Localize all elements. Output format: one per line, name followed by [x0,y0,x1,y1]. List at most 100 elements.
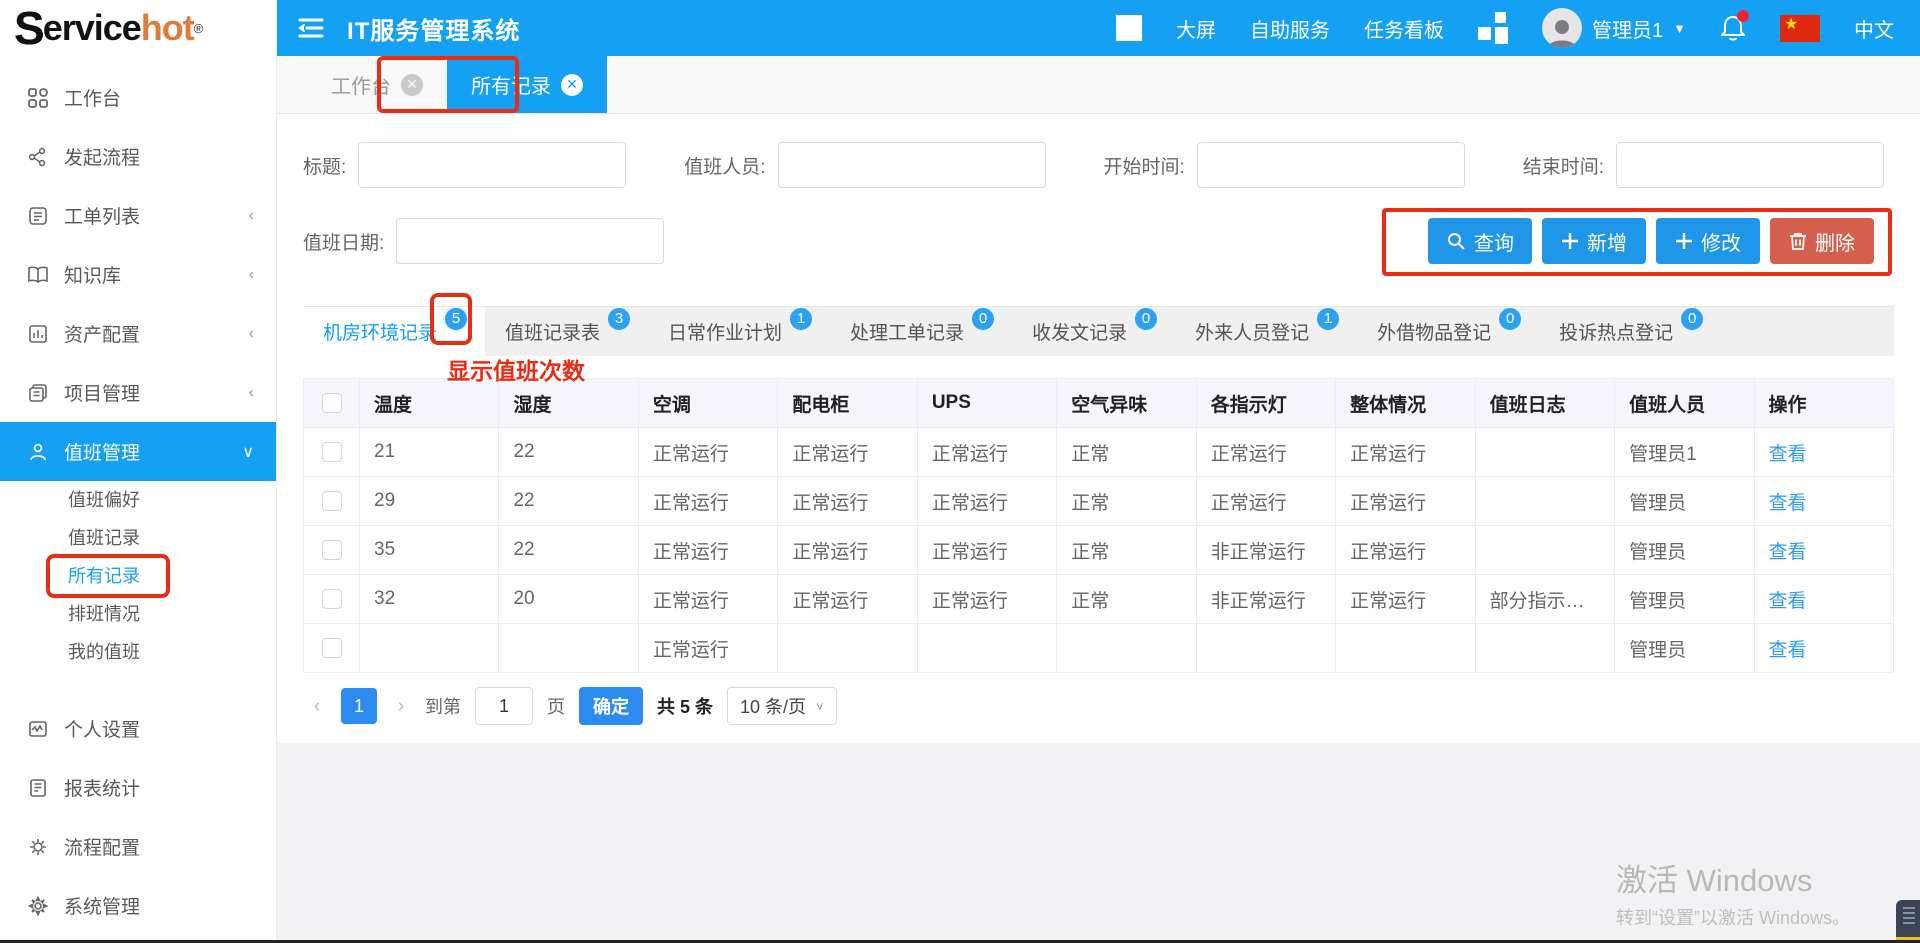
add-button[interactable]: 新增 [1542,218,1646,264]
submenu-item-2[interactable]: 所有记录 [0,557,276,595]
goto-page-input[interactable] [475,687,533,725]
record-tab-1[interactable]: 值班记录表3 [485,307,648,356]
record-tab-0[interactable]: 机房环境记录5 [303,307,485,356]
top-header-bar: IT服务管理系统 大屏 自助服务 任务看板 [277,0,1920,56]
filter-field-input[interactable] [1616,142,1884,188]
submenu-item-0[interactable]: 值班偏好 [0,481,276,519]
sidebar-item-label: 工作台 [64,84,254,111]
apps-grid-icon[interactable] [1478,12,1508,44]
fullscreen-icon[interactable] [1116,15,1142,41]
view-link[interactable]: 查看 [1769,542,1807,563]
sidebar-collapse-icon[interactable] [297,16,325,40]
grid-icon [26,86,50,110]
table-cell: 正常 [1057,477,1196,526]
record-tab-4[interactable]: 收发文记录0 [1012,307,1175,356]
confirm-page-button[interactable]: 确定 [579,687,643,725]
row-checkbox[interactable] [322,491,342,511]
filter-field-1: 值班人员: [684,142,1045,188]
sidebar-item-4[interactable]: 资产配置‹ [0,304,276,363]
table-cell: 正常运行 [778,477,917,526]
sidebar-item-2[interactable]: 工单列表‹ [0,186,276,245]
filter-field-input[interactable] [358,142,626,188]
filter-field-label: 值班人员: [684,152,765,179]
sidebar-item-5[interactable]: 项目管理‹ [0,363,276,422]
china-flag-icon[interactable]: ★ [1780,15,1820,42]
menu-item-taskboard[interactable]: 任务看板 [1364,14,1444,43]
row-checkbox[interactable] [322,540,342,560]
language-switcher[interactable]: 中文 [1854,14,1894,43]
sidebar-item-label: 资产配置 [64,320,249,347]
record-tab-label: 外来人员登记 [1195,318,1309,345]
sidebar-item-6[interactable]: 值班管理∨ [0,422,276,481]
view-link[interactable]: 查看 [1769,444,1807,465]
table-cell: 正常运行 [1336,477,1475,526]
sidebar-item-1[interactable]: 发起流程 [0,127,276,186]
close-icon[interactable]: ✕ [561,74,583,96]
column-header: 空气异味 [1057,379,1196,428]
prev-page-icon[interactable]: ‹ [307,695,327,718]
sidebar-item-9[interactable]: 流程配置 [0,817,276,876]
notification-bell-icon[interactable] [1720,14,1746,42]
user-menu[interactable]: 管理员1 ▼ [1542,8,1686,48]
worklist-icon [26,204,50,228]
table-cell: 29 [360,477,499,526]
filter-field-input[interactable] [1197,142,1465,188]
select-all-checkbox[interactable] [322,393,342,413]
next-page-icon[interactable]: › [391,695,411,718]
table-cell: 正常运行 [638,428,777,477]
record-tab-7[interactable]: 投诉热点登记0 [1539,307,1721,356]
filter-field-input[interactable] [778,142,1046,188]
submenu-item-1[interactable]: 值班记录 [0,519,276,557]
corner-widget[interactable] [1896,900,1920,940]
table-cell: 正常运行 [917,477,1056,526]
view-link[interactable]: 查看 [1769,493,1807,514]
sidebar-item-10[interactable]: 系统管理 [0,876,276,935]
edit-button[interactable]: 修改 [1656,218,1760,264]
duty-date-input[interactable] [396,218,664,264]
row-checkbox[interactable] [322,589,342,609]
record-tab-5[interactable]: 外来人员登记1 [1175,307,1357,356]
table-cell: 非正常运行 [1196,526,1335,575]
window-tab-1[interactable]: 所有记录✕ [447,56,607,113]
servicehot-logo[interactable]: Servicehot® [0,0,276,56]
window-tab-0[interactable]: 工作台 ✕ [307,56,447,113]
search-button[interactable]: 查询 [1428,218,1532,264]
delete-button[interactable]: 删除 [1770,218,1874,264]
table-cell: 管理员 [1615,477,1754,526]
sidebar-item-3[interactable]: 知识库‹ [0,245,276,304]
table-cell: 部分指示灯... [1475,575,1614,624]
record-tab-2[interactable]: 日常作业计划1 [648,307,830,356]
column-header: 各指示灯 [1196,379,1335,428]
close-icon[interactable]: ✕ [401,74,423,96]
top-right-menu: 大屏 自助服务 任务看板 管理员1 ▼ [1116,8,1894,48]
row-checkbox[interactable] [322,442,342,462]
menu-item-selfservice[interactable]: 自助服务 [1250,14,1330,43]
sidebar-item-0[interactable]: 工作台 [0,68,276,127]
table-cell [1475,624,1614,673]
sidebar-item-8[interactable]: 报表统计 [0,758,276,817]
sidebar-item-label: 报表统计 [64,774,254,801]
view-link[interactable]: 查看 [1769,591,1807,612]
record-tab-6[interactable]: 外借物品登记0 [1357,307,1539,356]
view-link[interactable]: 查看 [1769,640,1807,661]
menu-item-dashboard[interactable]: 大屏 [1176,14,1216,43]
count-badge: 5 [443,306,469,332]
row-checkbox[interactable] [322,638,342,658]
table-cell: 非正常运行 [1196,575,1335,624]
page-size-select[interactable]: 10 条/页 ˅ [727,687,837,725]
table-cell: 正常运行 [638,624,777,673]
page-number-button[interactable]: 1 [341,688,377,724]
window-tab-label: 工作台 [331,70,391,99]
table-cell [1336,624,1475,673]
flow-icon [26,145,50,169]
submenu-item-3[interactable]: 排班情况 [0,595,276,633]
submenu-item-4[interactable]: 我的值班 [0,633,276,671]
search-icon [1446,231,1466,251]
table-cell: 35 [360,526,499,575]
table-cell: 正常运行 [917,428,1056,477]
sidebar: Servicehot® 工作台发起流程工单列表‹知识库‹资产配置‹项目管理‹值班… [0,0,277,943]
column-header: 空调 [638,379,777,428]
record-tab-3[interactable]: 处理工单记录0 [830,307,1012,356]
table-cell: 管理员 [1615,575,1754,624]
sidebar-item-7[interactable]: 个人设置 [0,699,276,758]
